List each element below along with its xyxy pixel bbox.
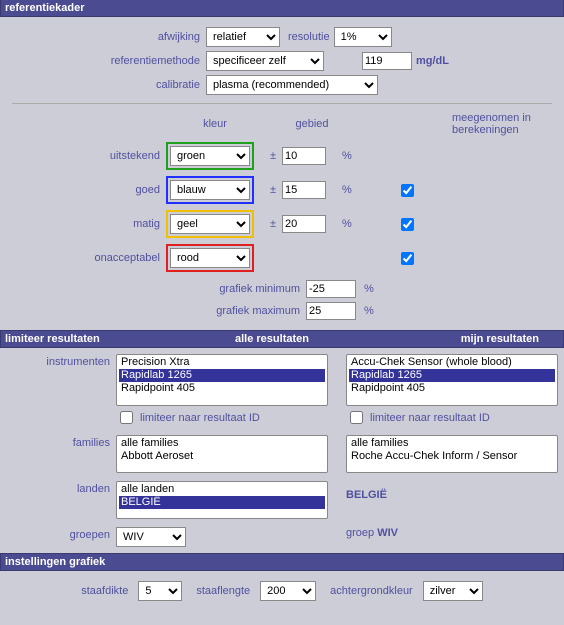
label-uitstekend: uitstekend — [6, 150, 166, 162]
select-colour-uitstekend[interactable]: groen — [170, 146, 250, 166]
pct-min: % — [356, 283, 378, 295]
input-gebied-matig[interactable] — [282, 215, 326, 233]
list-landen-all[interactable]: alle landenBELGIË — [116, 481, 328, 519]
label-groepen: groepen — [6, 527, 116, 541]
label-families: families — [6, 435, 116, 449]
label-grafiek-min: grafiek minimum — [6, 283, 306, 295]
hdr-kleur: kleur — [166, 118, 264, 130]
input-gebied-goed[interactable] — [282, 181, 326, 199]
select-groepen-all[interactable]: WIV — [116, 527, 186, 547]
pm-3: ± — [264, 218, 282, 230]
input-grafiek-max[interactable] — [306, 302, 356, 320]
label-matig: matig — [6, 218, 166, 230]
select-staafdikte[interactable]: 5 — [138, 581, 182, 601]
hdr-mijn: mijn resultaten — [361, 333, 559, 345]
label-staafdikte: staafdikte — [81, 585, 134, 597]
select-resolutie[interactable]: 1% — [334, 27, 392, 47]
label-limiteer-id-mine: limiteer naar resultaat ID — [370, 412, 490, 424]
select-staaflengte[interactable]: 200 — [260, 581, 316, 601]
label-instrumenten: instrumenten — [6, 354, 116, 368]
section-header-referentiekader: referentiekader — [0, 0, 564, 17]
label-landen: landen — [6, 481, 116, 495]
row-grafiek-min: grafiek minimum % — [6, 280, 558, 298]
label-afwijking: afwijking — [6, 31, 206, 43]
select-calibratie[interactable]: plasma (recommended) — [206, 75, 378, 95]
pm-1: ± — [264, 150, 282, 162]
row-calibratie: calibratie plasma (recommended) — [6, 75, 558, 95]
header-referentiekader-label: referentiekader — [5, 2, 85, 14]
label-staaflengte: staaflengte — [186, 585, 256, 597]
label-limiteer-id-all: limiteer naar resultaat ID — [140, 412, 260, 424]
select-achtergrondkleur[interactable]: zilver — [423, 581, 483, 601]
label-resolutie: resolutie — [280, 31, 334, 43]
hdr-alle: alle resultaten — [183, 333, 361, 345]
chk-matig[interactable] — [401, 218, 414, 231]
hdr-grafiek: instellingen grafiek — [5, 556, 105, 568]
label-referentiemethode: referentiemethode — [6, 55, 206, 67]
colour-grid: kleur gebied meegenomen in berekeningen … — [6, 112, 558, 272]
hdr-limiteer: limiteer resultaten — [5, 333, 183, 345]
label-achtergrondkleur: achtergrondkleur — [320, 585, 419, 597]
select-referentiemethode[interactable]: specificeer zelf — [206, 51, 324, 71]
list-instrumenten-mine[interactable]: Accu-Chek Sensor (whole blood)Rapidlab 1… — [346, 354, 558, 406]
input-grafiek-min[interactable] — [306, 280, 356, 298]
grafiek-body: staafdikte 5 staaflengte 200 achtergrond… — [0, 571, 564, 611]
pct-2: % — [342, 184, 362, 196]
value-groep-mine: WIV — [377, 527, 398, 539]
referentiekader-body: afwijking relatief resolutie 1% referent… — [0, 17, 564, 330]
list-families-mine[interactable]: alle familiesRoche Accu-Chek Inform / Se… — [346, 435, 558, 473]
label-groep: groep — [346, 527, 374, 539]
input-ref-value[interactable] — [362, 52, 412, 70]
chk-goed[interactable] — [401, 184, 414, 197]
chk-limiteer-id-all[interactable] — [120, 411, 133, 424]
pct-3: % — [342, 218, 362, 230]
row-grafiek-max: grafiek maximum % — [6, 302, 558, 320]
separator — [12, 103, 552, 104]
label-goed: goed — [6, 184, 166, 196]
list-instrumenten-all[interactable]: Precision XtraRapidlab 1265Rapidpoint 40… — [116, 354, 328, 406]
chk-onacceptabel[interactable] — [401, 252, 414, 265]
pct-max: % — [356, 305, 378, 317]
results-body: instrumenten Precision XtraRapidlab 1265… — [0, 348, 564, 553]
select-colour-onacceptabel[interactable]: rood — [170, 248, 250, 268]
section-header-limiteer: limiteer resultaten alle resultaten mijn… — [0, 330, 564, 348]
value-land-mine: BELGIË — [346, 481, 558, 501]
pm-2: ± — [264, 184, 282, 196]
row-afwijking: afwijking relatief resolutie 1% — [6, 27, 558, 47]
row-referentiemethode: referentiemethode specificeer zelf mg/dL — [6, 51, 558, 71]
hdr-meegenomen: meegenomen in berekeningen — [452, 112, 558, 136]
select-afwijking[interactable]: relatief — [206, 27, 280, 47]
select-colour-matig[interactable]: geel — [170, 214, 250, 234]
pct-1: % — [342, 150, 362, 162]
label-mgdl: mg/dL — [412, 55, 449, 67]
list-families-all[interactable]: alle familiesAbbott Aeroset — [116, 435, 328, 473]
label-calibratie: calibratie — [6, 79, 206, 91]
section-header-grafiek: instellingen grafiek — [0, 553, 564, 571]
input-gebied-uitstekend[interactable] — [282, 147, 326, 165]
select-colour-goed[interactable]: blauw — [170, 180, 250, 200]
hdr-gebied: gebied — [282, 118, 342, 130]
label-onacceptabel: onacceptabel — [6, 252, 166, 264]
label-grafiek-max: grafiek maximum — [6, 305, 306, 317]
chk-limiteer-id-mine[interactable] — [350, 411, 363, 424]
